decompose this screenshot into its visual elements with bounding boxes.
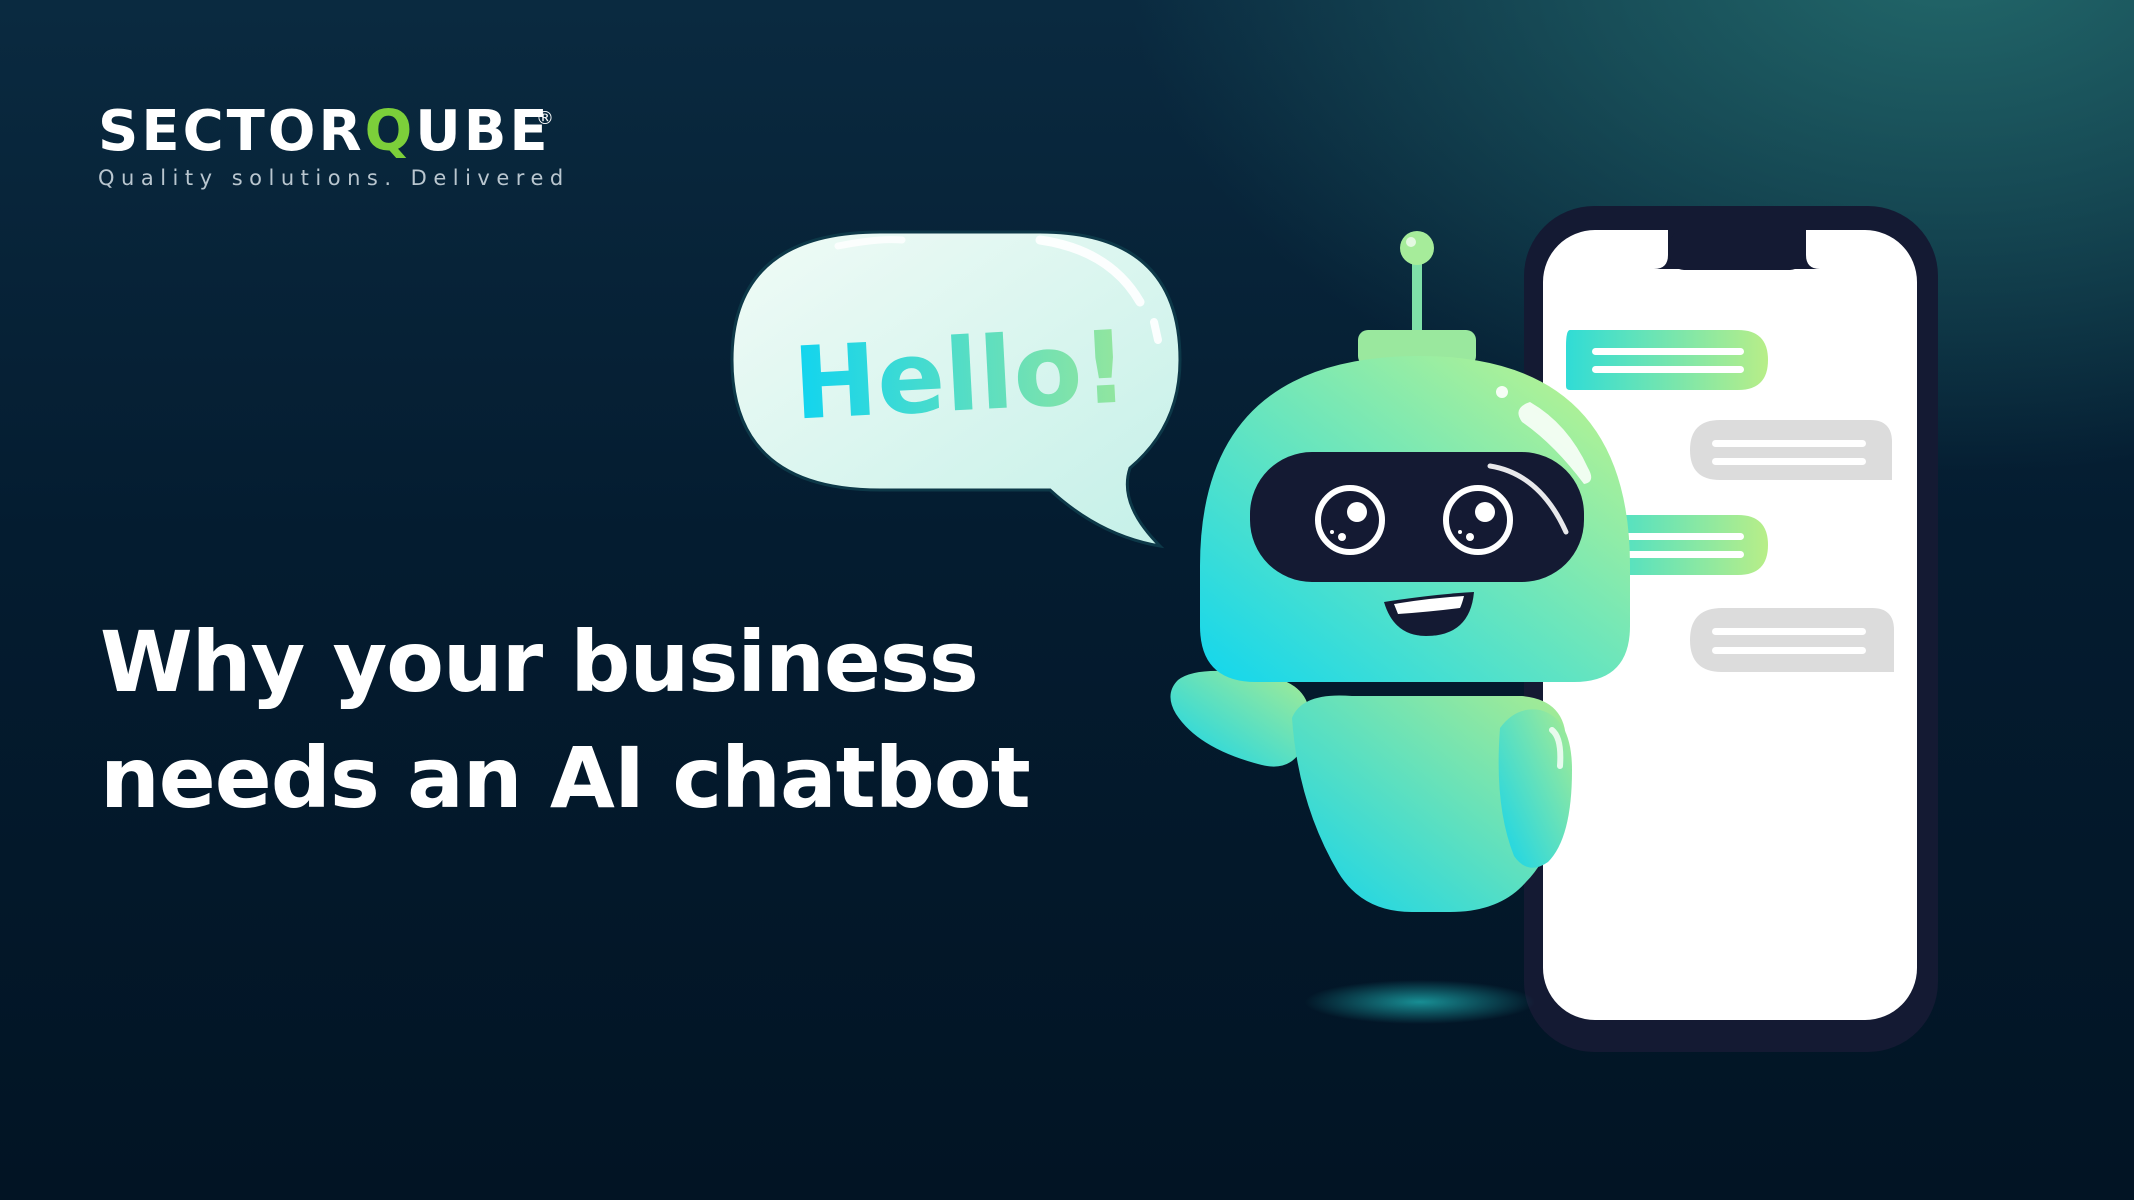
chat-message-user-1 (1690, 420, 1892, 480)
chat-message-user-2 (1690, 608, 1894, 672)
speech-bubble: Hello! (730, 230, 1182, 549)
hello-text: Hello! (790, 308, 1130, 442)
chat-message-bot-1 (1566, 330, 1768, 390)
floor-shadow (1305, 980, 1535, 1024)
chatbot-illustration: Hello! (730, 206, 1938, 1052)
